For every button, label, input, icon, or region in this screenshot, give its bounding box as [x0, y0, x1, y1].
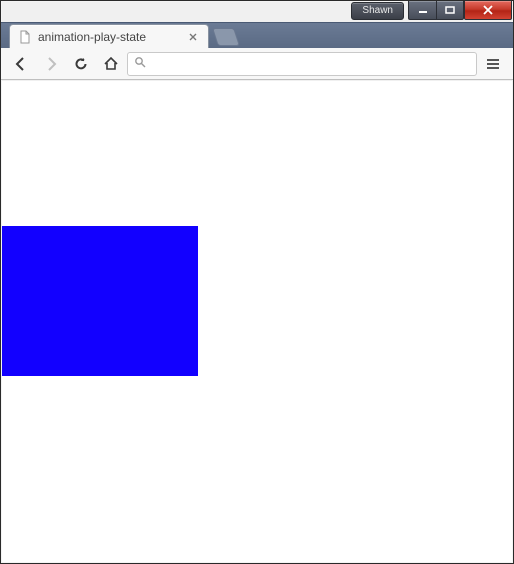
search-icon [134, 55, 146, 73]
home-button[interactable] [97, 51, 125, 77]
window-close-button[interactable] [464, 1, 512, 20]
address-bar[interactable] [127, 52, 477, 76]
reload-button[interactable] [67, 51, 95, 77]
menu-button[interactable] [479, 51, 507, 77]
tab-title: animation-play-state [38, 30, 186, 44]
url-input[interactable] [152, 57, 470, 71]
window-minimize-button[interactable] [408, 1, 436, 20]
titlebar: Shawn [1, 1, 513, 22]
tab-strip: animation-play-state [1, 22, 513, 48]
minimize-icon [418, 6, 428, 14]
arrow-right-icon [43, 56, 59, 72]
browser-tab[interactable]: animation-play-state [9, 24, 209, 48]
browser-window: Shawn animation-play-state [0, 0, 514, 564]
maximize-icon [445, 6, 455, 14]
home-icon [103, 56, 119, 72]
arrow-left-icon [13, 56, 29, 72]
close-icon [482, 5, 494, 15]
reload-icon [73, 56, 89, 72]
profile-badge[interactable]: Shawn [351, 2, 404, 20]
tab-close-button[interactable] [186, 30, 200, 44]
close-icon [189, 33, 197, 41]
file-icon [18, 30, 32, 44]
new-tab-button[interactable] [212, 28, 240, 46]
animated-box [2, 226, 198, 376]
forward-button[interactable] [37, 51, 65, 77]
window-maximize-button[interactable] [436, 1, 464, 20]
hamburger-icon [486, 58, 500, 70]
page-content [2, 81, 512, 562]
back-button[interactable] [7, 51, 35, 77]
toolbar [1, 48, 513, 80]
